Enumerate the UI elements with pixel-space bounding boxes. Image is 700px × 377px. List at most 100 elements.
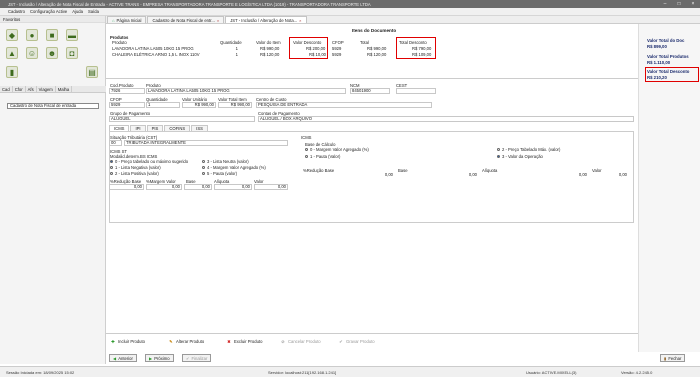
fechar-button[interactable]: ▮ Fechar [660,354,686,362]
cell: LAVADORA LATINA LA505 10KG 15 PROG [112,46,194,51]
radio-bc-1[interactable] [305,155,308,158]
produto-field[interactable]: LAVADORA LATINA LA505 10KG 15 PROG [146,88,346,94]
left-tab-viagem[interactable]: Viagem [37,86,56,92]
radio-mod-2[interactable] [110,172,113,175]
cest-field[interactable] [396,88,436,94]
icms-base-field[interactable]: 0,00 [398,173,478,179]
left-tab-cad[interactable]: Cad [0,86,13,92]
tree-item-nota-fiscal[interactable]: Cadastro de Nota Fiscal de entrada [7,103,99,109]
excluir-produto-label: Excluir Produto [234,338,263,344]
close-tab-icon[interactable]: × [299,18,301,23]
st-reducao-field[interactable]: 0,00 [109,184,144,190]
tab-home[interactable]: ⌂ Página Inicial [107,16,147,23]
document-tabs: ⌂ Página Inicial Cadastro de Nota Fiscal… [106,16,700,24]
close-tab-icon[interactable]: × [217,18,219,23]
check-icon: ✔ [186,355,190,361]
tab-inclusao-label: JST - Inclusão / Alteração de Nota... [230,17,298,23]
totals-panel: Valor Total do Doc R$ 899,00 Valor Total… [638,24,700,352]
radio-mod-3[interactable] [202,160,205,163]
left-tab-afs[interactable]: Afs [26,86,37,92]
grupo-pagamento-select[interactable]: ALUGUEL [109,116,255,122]
box-icon[interactable]: ▤ [86,66,98,78]
cell: 1 [235,46,238,51]
radio-bc-3[interactable] [497,155,500,158]
cell: R$ 120,00 [260,52,280,57]
alterar-produto-button[interactable]: ✎ Alterar Produto [168,337,204,345]
driver-icon[interactable]: ☻ [46,47,58,59]
cell: CHALEIRA ELÉTRICA ARNO 1,5 L INOX 110V [112,52,200,57]
st-valor-field[interactable]: 0,00 [254,184,288,190]
gravar-produto-label: Gravar Produto [346,338,375,344]
menu-ajuda[interactable]: Ajuda [72,9,83,14]
tab-inclusao-nota[interactable]: JST - Inclusão / Alteração de Nota... × [225,16,307,23]
window-titlebar: JST - Inclusão / Alteração de Nota Fisca… [0,0,700,8]
shortcut-icon-9[interactable]: ▮ [6,66,18,78]
icms-valor-field[interactable]: 0,00 [592,173,628,179]
centro-custo-field[interactable]: PESQUISA DE ENTRADA [256,102,432,108]
finalizar-button[interactable]: ✔ Finalizar [182,354,212,362]
left-panel: Favoritos ◆ ● ■ ▬ ▲ ☺ ☻ ◘ ▮ ▤ Cad Cfor A… [0,16,106,364]
contas-pagamento-select[interactable]: ALUGUEL / BOX ARQUIVO [258,116,634,122]
cancelar-produto-button[interactable]: ⊘ Cancelar Produto [280,337,321,345]
close-icon[interactable]: × [686,1,700,7]
sit-trib-select[interactable]: TRIBUTADA INTEGRALMENTE [124,140,288,146]
mod-option-2: 2 - Lista Positiva (valor) [115,171,159,176]
cancelar-produto-label: Cancelar Produto [288,338,321,344]
cell: 5929 [332,52,342,57]
shortcut-icon-5[interactable]: ▲ [6,47,18,59]
divider [106,78,638,79]
bc-option-1: 1 - Pauta (Valor) [310,154,341,159]
cfop-field[interactable]: 5929 [109,102,145,108]
tab-cadastro-nota[interactable]: Cadastro de Nota Fiscal de entr... × [147,16,225,23]
sit-trib-code[interactable]: 00 [109,140,122,146]
cod-produto-field[interactable]: 7926 [109,88,145,94]
menu-cadastro[interactable]: Cadastro [8,9,25,14]
icms-aliquota-field[interactable]: 0,00 [482,173,588,179]
st-margem-field[interactable]: 0,00 [146,184,182,190]
menu-configuracao[interactable]: Configuração Active [30,9,67,14]
minimize-icon[interactable]: – [658,1,672,7]
incluir-produto-button[interactable]: ✚ Incluir Produto [110,337,145,345]
anterior-button[interactable]: ◀ Anterior [109,354,137,362]
divider [106,333,638,334]
st-aliquota-field[interactable]: 0,00 [214,184,252,190]
menu-saida[interactable]: Saída [88,9,99,14]
shortcut-icon-1[interactable]: ◆ [6,29,18,41]
radio-mod-4[interactable] [202,166,205,169]
radio-bc-2[interactable] [497,148,500,151]
proximo-button[interactable]: ▶ Próximo [145,354,174,362]
valor-total-item-field[interactable]: R$ 990,00 [218,102,252,108]
col-valor-item: Valor do Item [256,40,281,45]
excluir-produto-button[interactable]: ✖ Excluir Produto [226,337,262,345]
tab-cadastro-label: Cadastro de Nota Fiscal de entr... [152,17,215,23]
status-servidor: Servidor: localhost:211[192.168.1.241] [268,370,337,375]
incluir-produto-label: Incluir Produto [118,338,145,344]
left-tab-malha[interactable]: Malha [56,86,73,92]
highlight-total-desconto [396,37,436,59]
radio-mod-1[interactable] [110,166,113,169]
ncm-field[interactable]: 84501900 [350,88,390,94]
shortcut-icon-8[interactable]: ◘ [66,47,78,59]
col-quantidade: Quantidade [220,40,242,45]
radio-mod-5[interactable] [202,172,205,175]
total-produtos-label: Valor Total Produtos [647,54,689,59]
cell: R$ 990,00 [367,46,387,51]
radio-bc-0[interactable] [305,148,308,151]
valor-unitario-field[interactable]: R$ 990,00 [182,102,216,108]
bc-option-2: 2 - Preço Tabelado Máx. (valor) [502,147,561,152]
col-cfop: CFOP [332,40,344,45]
highlight-total-desconto-box [645,67,699,82]
quantidade-field[interactable]: 1 [146,102,180,108]
highlight-valor-desconto [289,37,328,59]
door-icon: ▮ [664,355,667,361]
left-tab-cfor[interactable]: Cfor [13,86,26,92]
user-icon[interactable]: ☺ [26,47,38,59]
st-base-field[interactable]: 0,00 [184,184,212,190]
shortcut-icon-2[interactable]: ● [26,29,38,41]
gravar-produto-button[interactable]: ✔ Gravar Produto [338,337,375,345]
radio-mod-0[interactable] [110,160,113,163]
truck-icon[interactable]: ▬ [66,29,78,41]
icms-reducao-field[interactable]: 0,00 [302,173,394,179]
maximize-icon[interactable]: □ [672,1,686,7]
shortcut-icon-3[interactable]: ■ [46,29,58,41]
